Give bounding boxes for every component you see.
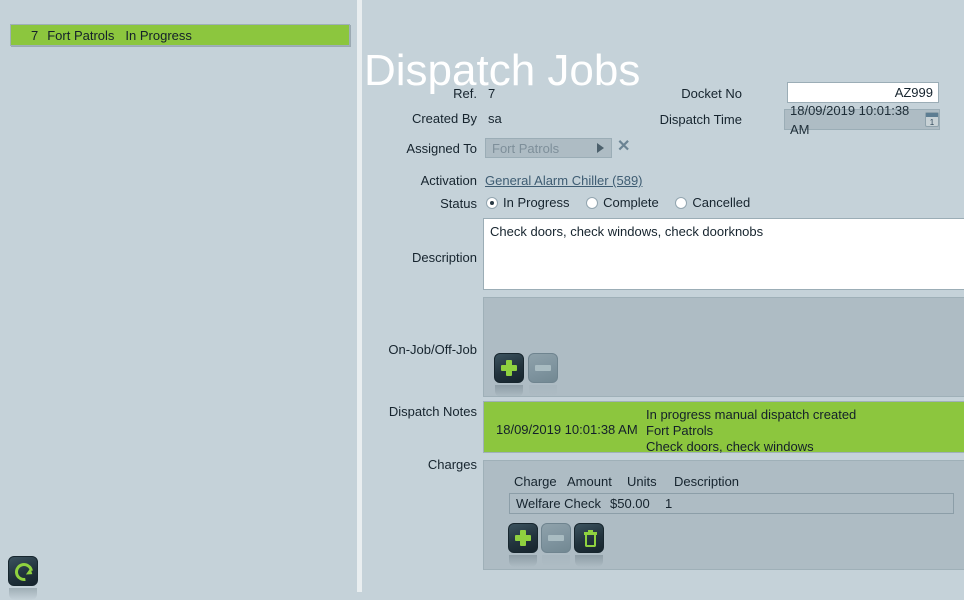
button-reflection (509, 555, 537, 567)
table-row[interactable]: Welfare Check $50.00 1 (509, 493, 954, 514)
clear-assigned-to-icon[interactable]: ✕ (617, 139, 630, 155)
charges-column-units: Units (627, 474, 657, 489)
button-reflection (575, 555, 603, 567)
remove-row-button[interactable] (528, 353, 558, 397)
job-list-pane: 7 Fort Patrols In Progress (0, 0, 357, 600)
assigned-to-value: Fort Patrols (492, 140, 560, 156)
activation-link[interactable]: General Alarm Chiller (589) (485, 173, 643, 188)
radio-cancelled[interactable]: Cancelled (675, 195, 750, 210)
label-description: Description (411, 250, 477, 265)
label-assigned-to: Assigned To (406, 141, 477, 156)
note-body: In progress manual dispatch created Fort… (646, 407, 856, 455)
radio-dot-icon (675, 196, 688, 209)
list-item[interactable]: 7 Fort Patrols In Progress (10, 24, 350, 46)
assigned-to-combobox[interactable]: Fort Patrols (485, 138, 612, 158)
radio-complete[interactable]: Complete (586, 195, 659, 210)
trash-icon (584, 530, 597, 547)
value-created-by: sa (488, 111, 502, 126)
dispatch-job-detail-pane: Dispatch Jobs Ref. 7 Created By sa Assig… (362, 0, 964, 592)
note-line-3: Check doors, check windows (646, 439, 814, 454)
description-textarea[interactable]: Check doors, check windows, check doorkn… (483, 218, 964, 290)
status-radio-group: In Progress Complete Cancelled (486, 195, 763, 212)
label-created-by: Created By (411, 111, 477, 126)
job-ref: 7 (31, 27, 39, 43)
radio-dot-selected-icon (486, 196, 498, 209)
cell-amount: $50.00 (610, 496, 650, 511)
button-reflection (542, 555, 570, 567)
plus-icon (501, 360, 517, 376)
button-reflection (529, 385, 557, 397)
add-charge-button[interactable] (508, 523, 538, 567)
note-line-1: In progress manual dispatch created (646, 407, 857, 422)
button-reflection (9, 588, 37, 600)
radio-label: Complete (603, 195, 659, 210)
note-line-2: Fort Patrols (646, 423, 714, 438)
job-list: 7 Fort Patrols In Progress (10, 24, 350, 46)
cell-units: 1 (665, 496, 673, 511)
note-timestamp: 18/09/2019 10:01:38 AM (496, 422, 638, 437)
cell-charge: Welfare Check (516, 496, 602, 511)
label-ref: Ref. (453, 86, 477, 101)
calendar-day: 1 (929, 118, 935, 127)
delete-charge-button[interactable] (574, 523, 604, 567)
refresh-button[interactable] (8, 556, 38, 600)
label-status: Status (440, 196, 477, 211)
radio-label: Cancelled (692, 195, 751, 210)
job-name: Fort Patrols (47, 27, 115, 43)
button-reflection (495, 385, 523, 397)
value-ref: 7 (488, 86, 496, 101)
charges-column-charge: Charge (514, 474, 557, 489)
dispatch-time-value: 18/09/2019 10:01:38 AM (790, 102, 910, 137)
label-charges: Charges (427, 457, 477, 472)
radio-dot-icon (586, 196, 599, 209)
label-activation: Activation (420, 173, 477, 188)
charges-column-description: Description (674, 474, 740, 489)
label-docket-no: Docket No (681, 86, 742, 101)
label-on-off-job: On-Job/Off-Job (388, 342, 477, 357)
on-off-job-panel (483, 297, 964, 397)
dispatch-notes-panel[interactable]: 18/09/2019 10:01:38 AM In progress manua… (483, 401, 964, 455)
dispatch-time-field[interactable]: 18/09/2019 10:01:38 AM 1 (784, 103, 940, 137)
refresh-icon (11, 559, 37, 585)
charges-column-amount: Amount (567, 474, 612, 489)
minus-icon (548, 535, 564, 541)
plus-icon (515, 530, 531, 546)
label-dispatch-time: Dispatch Time (659, 112, 742, 127)
remove-charge-button[interactable] (541, 523, 571, 567)
job-status: In Progress (125, 27, 192, 43)
chevron-right-icon (597, 143, 604, 153)
radio-in-progress[interactable]: In Progress (486, 195, 569, 210)
calendar-icon[interactable]: 1 (925, 112, 939, 127)
add-row-button[interactable] (494, 353, 524, 397)
charges-panel: Charge Amount Units Description Welfare … (483, 460, 964, 570)
label-dispatch-notes: Dispatch Notes (388, 404, 477, 419)
radio-label: In Progress (503, 195, 570, 210)
minus-icon (535, 365, 551, 371)
